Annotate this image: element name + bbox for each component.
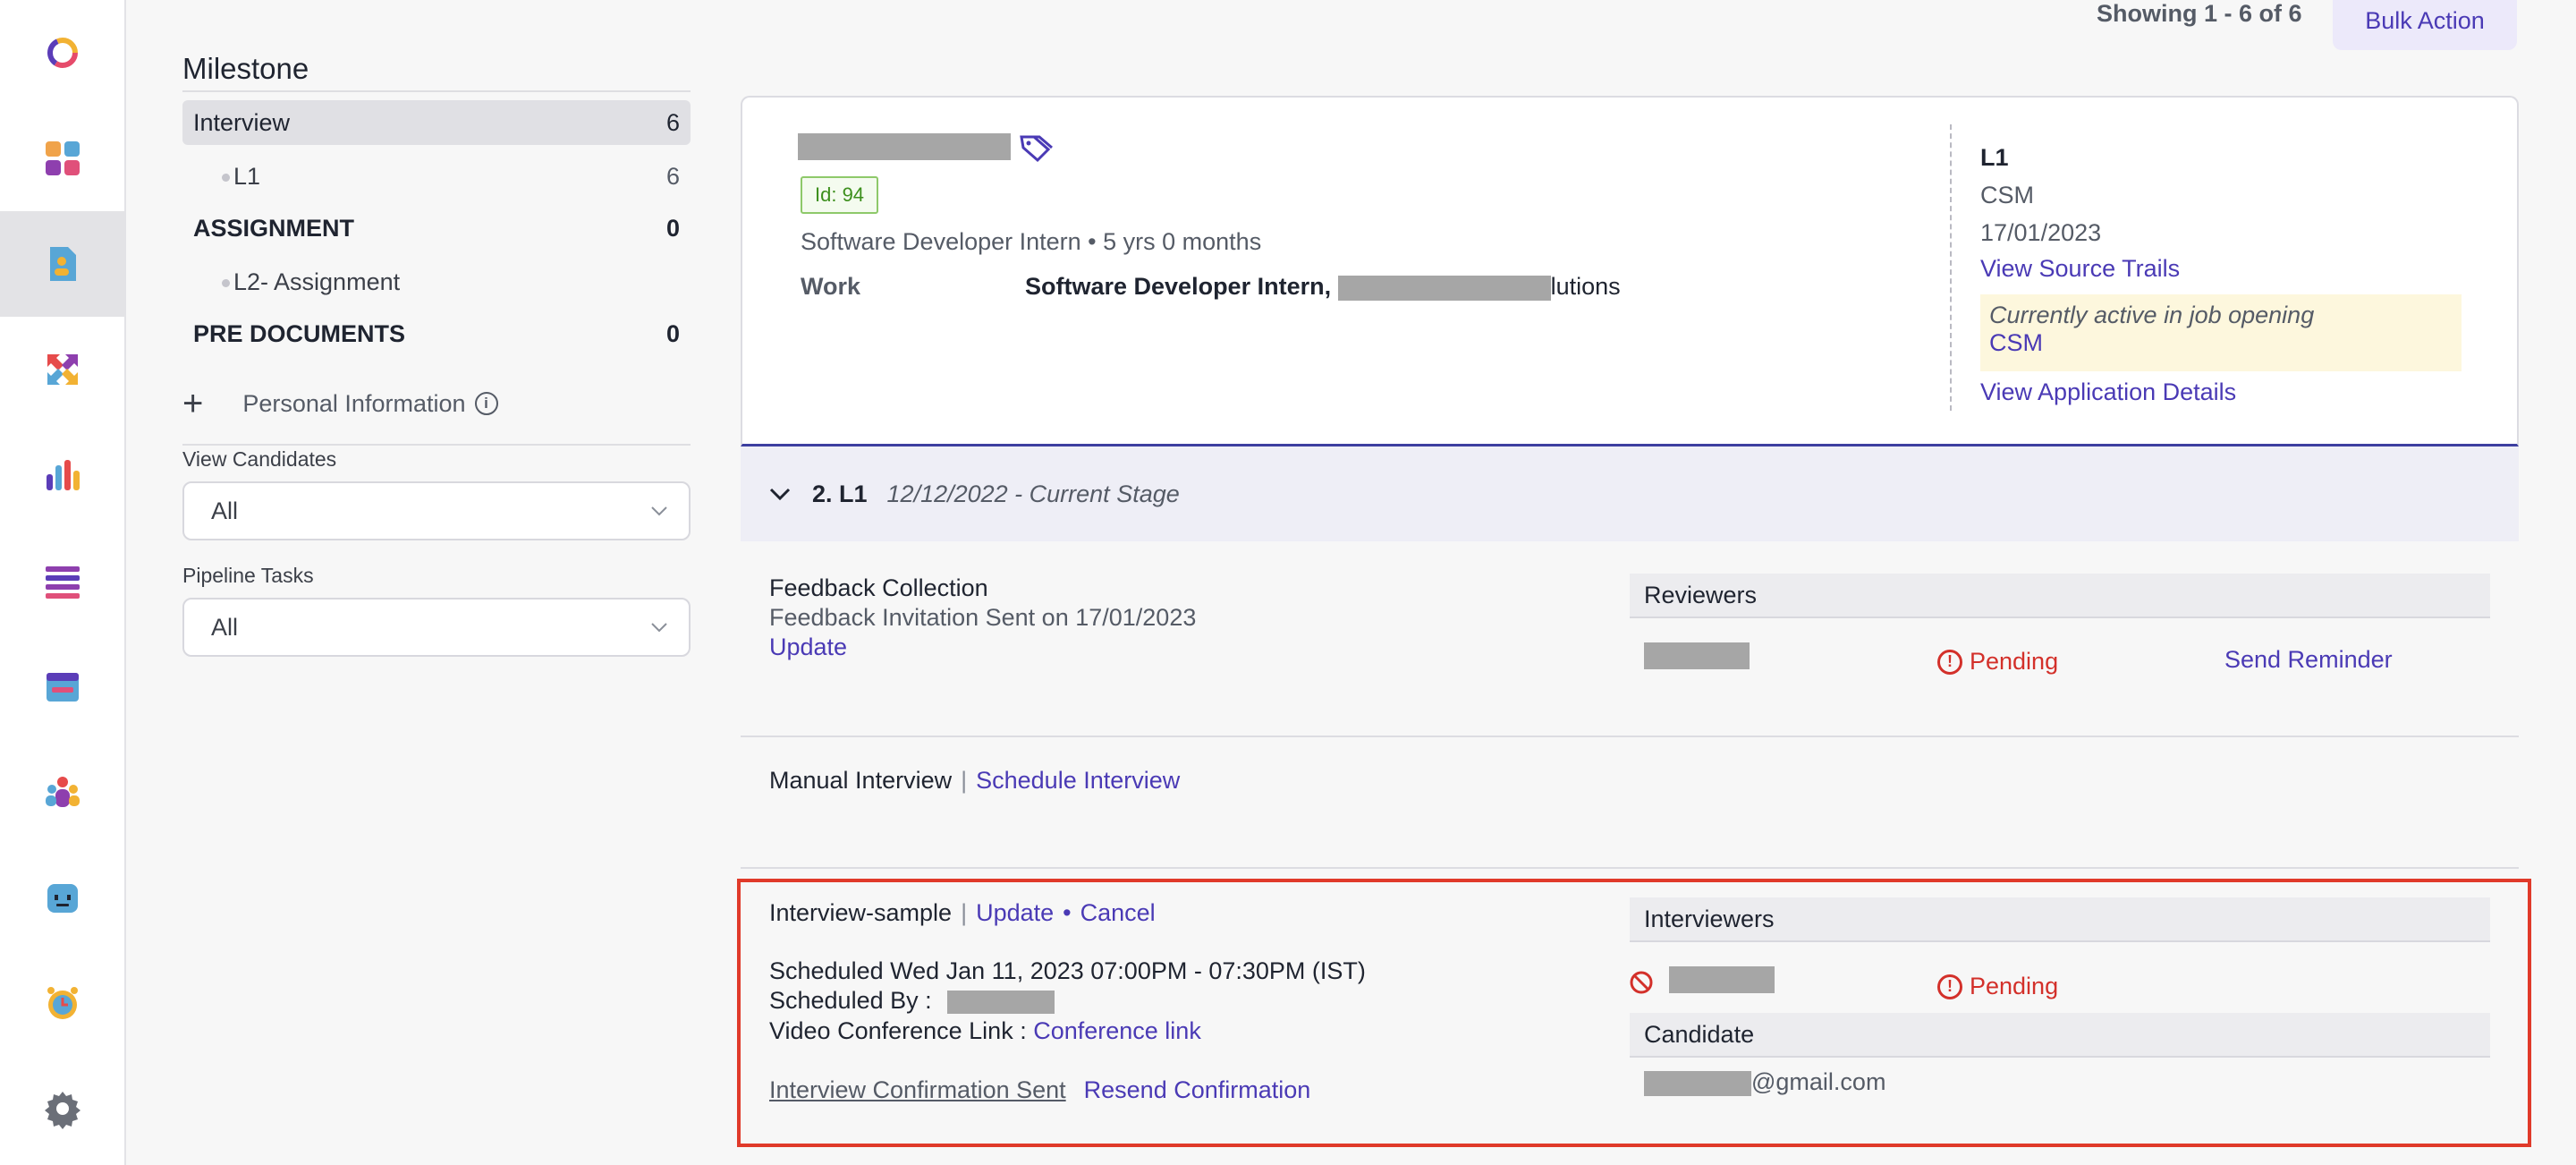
- candidate-document-icon[interactable]: [0, 211, 124, 317]
- pipeline-tasks-select[interactable]: All: [182, 598, 691, 657]
- interview-schedule-text: Scheduled Wed Jan 11, 2023 07:00PM - 07:…: [769, 957, 1366, 984]
- tag-icon[interactable]: [1018, 133, 1054, 164]
- interview-cancel-link[interactable]: Cancel: [1080, 899, 1156, 926]
- redacted-scheduler: [947, 990, 1055, 1014]
- redacted-reviewer: [1644, 642, 1750, 669]
- view-candidates-label: View Candidates: [182, 447, 337, 471]
- manual-interview-row: Manual Interview | Schedule Interview: [769, 767, 1181, 794]
- milestone-item-interview[interactable]: Interview 6: [182, 100, 691, 145]
- chevron-down-icon: [651, 623, 667, 633]
- milestone-item-assignment[interactable]: ASSIGNMENT 0: [182, 206, 691, 251]
- redacted-interviewer: [1669, 966, 1775, 993]
- active-job-link[interactable]: CSM: [1989, 329, 2453, 357]
- stage-name: 2. L1: [812, 480, 868, 507]
- personal-information-label: Personal Information: [242, 389, 466, 417]
- send-reminder-link[interactable]: Send Reminder: [2224, 646, 2393, 674]
- scheduled-by-row: Scheduled By :: [769, 987, 1055, 1015]
- reviewers-header: Reviewers: [1630, 574, 2490, 618]
- redacted-candidate-name: [798, 133, 1011, 160]
- results-count: Showing 1 - 6 of 6: [2097, 0, 2302, 27]
- bar-chart-icon[interactable]: [0, 422, 124, 528]
- conference-link[interactable]: Conference link: [1033, 1017, 1201, 1044]
- arrows-exchange-icon[interactable]: [0, 317, 124, 422]
- alarm-clock-icon[interactable]: [0, 950, 124, 1056]
- redacted-email-name: [1644, 1070, 1751, 1096]
- reviewer-status: ! Pending: [1937, 648, 2058, 676]
- stage-code: L1: [1980, 144, 2009, 171]
- feedback-sent-text: Feedback Invitation Sent on 17/01/2023: [769, 604, 1197, 631]
- chevron-down-icon[interactable]: [767, 481, 792, 506]
- redacted-company: [1337, 275, 1551, 301]
- work-label: Work: [801, 273, 861, 300]
- bullet-dot: [222, 173, 230, 182]
- list-icon[interactable]: [0, 528, 124, 634]
- bullet-dot: [222, 278, 230, 287]
- divider: [1950, 124, 1952, 411]
- candidate-card: Id: 94 Software Developer Intern • 5 yrs…: [741, 96, 2519, 446]
- info-icon[interactable]: i: [474, 392, 498, 415]
- divider: [741, 736, 2519, 737]
- plus-icon[interactable]: +: [182, 386, 203, 421]
- interviewer-status: ! Pending: [1937, 973, 2058, 1000]
- alert-icon: !: [1937, 974, 1962, 999]
- milestone-item-l2-assignment[interactable]: L2- Assignment: [182, 259, 691, 304]
- bot-icon[interactable]: [0, 845, 124, 950]
- alert-icon: !: [1937, 649, 1962, 675]
- bulk-action-button[interactable]: Bulk Action: [2333, 0, 2517, 50]
- dashboard-icon[interactable]: [0, 106, 124, 211]
- candidate-id-badge: Id: 94: [801, 176, 879, 214]
- divider: [182, 90, 691, 92]
- candidate-experience: Software Developer Intern • 5 yrs 0 mont…: [801, 228, 1262, 255]
- gear-icon[interactable]: [0, 1056, 124, 1161]
- interviewers-header: Interviewers: [1630, 897, 2490, 942]
- manual-interview-label: Manual Interview: [769, 767, 953, 794]
- active-job-notice: Currently active in job opening CSM: [1980, 294, 2462, 371]
- divider: [741, 867, 2519, 869]
- personal-information-row[interactable]: + Personal Information i: [182, 381, 691, 426]
- view-application-details-link[interactable]: View Application Details: [1980, 378, 2236, 406]
- video-link-row: Video Conference Link : Conference link: [769, 1017, 1201, 1044]
- candidate-header: Candidate: [1630, 1013, 2490, 1058]
- stage-header[interactable]: 2. L1 12/12/2022 - Current Stage: [741, 446, 2519, 541]
- block-icon: [1630, 971, 1653, 994]
- calendar-icon[interactable]: [0, 634, 124, 739]
- job-name: CSM: [1980, 182, 2034, 208]
- feedback-update-link[interactable]: Update: [769, 634, 847, 661]
- candidate-email: @gmail.com: [1644, 1068, 1885, 1096]
- milestone-title: Milestone: [182, 52, 309, 85]
- logo-ring-icon[interactable]: [0, 0, 124, 106]
- confirmation-row: Interview Confirmation Sent Resend Confir…: [769, 1076, 1310, 1104]
- divider: [182, 444, 691, 446]
- milestone-item-pre-documents[interactable]: PRE DOCUMENTS 0: [182, 311, 691, 356]
- chevron-down-icon: [651, 506, 667, 516]
- milestone-item-l1[interactable]: L1 6: [182, 154, 691, 199]
- milestone-sidebar: Milestone Interview 6 L1 6 ASSIGNMENT 0 …: [182, 0, 691, 1165]
- team-icon[interactable]: [0, 739, 124, 845]
- application-date: 17/01/2023: [1980, 219, 2102, 246]
- stage-date: 12/12/2022 - Current Stage: [886, 480, 1180, 507]
- view-source-trails-link[interactable]: View Source Trails: [1980, 255, 2180, 283]
- confirmation-sent-text: Interview Confirmation Sent: [769, 1076, 1066, 1103]
- feedback-title: Feedback Collection: [769, 574, 988, 601]
- schedule-interview-link[interactable]: Schedule Interview: [976, 767, 1180, 794]
- icon-rail: [0, 0, 126, 1165]
- interview-name: Interview-sample: [769, 899, 953, 926]
- pipeline-tasks-label: Pipeline Tasks: [182, 564, 314, 587]
- interview-name-row: Interview-sample | Update • Cancel: [769, 899, 1156, 926]
- work-value: Software Developer Intern, lutions: [1025, 273, 1621, 301]
- interview-update-link[interactable]: Update: [976, 899, 1054, 926]
- view-candidates-select[interactable]: All: [182, 481, 691, 540]
- resend-confirmation-link[interactable]: Resend Confirmation: [1084, 1076, 1311, 1103]
